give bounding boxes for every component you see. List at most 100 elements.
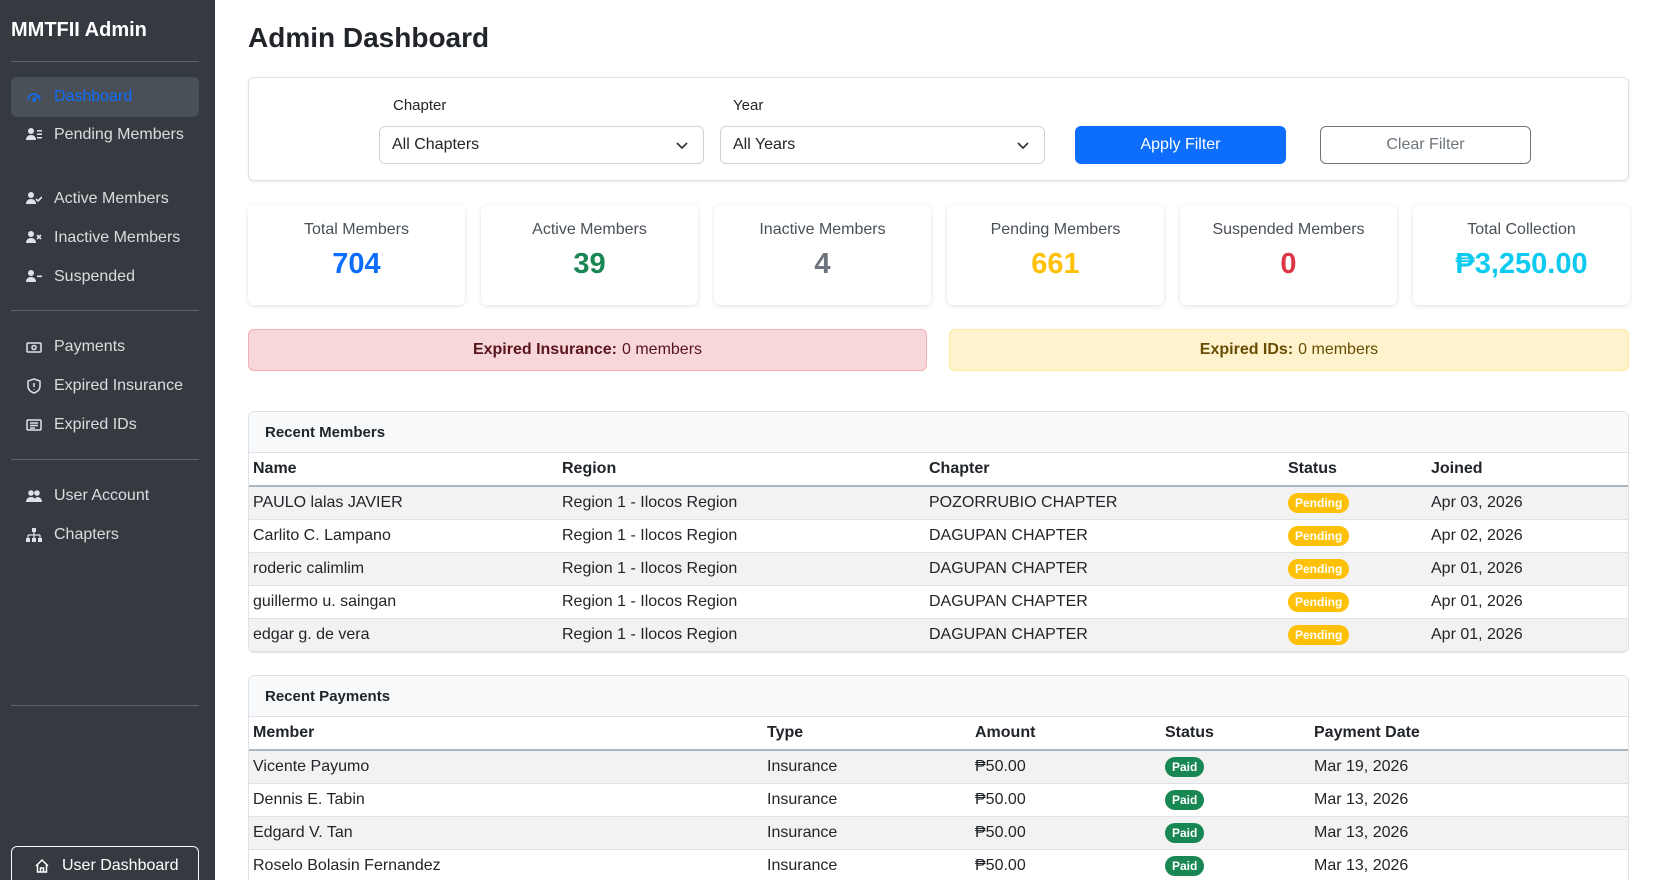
stat-card-pending-members: Pending Members 661 <box>947 205 1164 305</box>
sidebar-item-payments[interactable]: Payments <box>11 335 199 359</box>
user-minus-icon <box>26 265 44 289</box>
user-x-icon <box>26 226 44 250</box>
payment-member: Vicente Payumo <box>249 750 763 784</box>
stat-value: ₱3,250.00 <box>1455 248 1588 280</box>
user-dashboard-button[interactable]: User Dashboard <box>11 846 199 880</box>
payment-date: Mar 13, 2026 <box>1310 849 1628 880</box>
alert-value: 0 members <box>1298 341 1379 358</box>
sidebar-item-active-members[interactable]: Active Members <box>11 187 199 211</box>
alert-value: 0 members <box>622 341 703 358</box>
sidebar-item-expired-ids[interactable]: Expired IDs <box>11 413 199 437</box>
sidebar-item-suspended[interactable]: Suspended <box>11 265 199 289</box>
stat-card-active-members: Active Members 39 <box>481 205 698 305</box>
recent-members-card: Recent Members Name Region Chapter Statu… <box>248 411 1629 653</box>
table-row: Roselo Bolasin Fernandez Insurance ₱50.0… <box>249 849 1628 880</box>
sidebar-item-user-account[interactable]: User Account <box>11 484 199 508</box>
sidebar-item-label: Expired Insurance <box>54 377 183 394</box>
cash-icon <box>26 335 44 359</box>
member-joined: Apr 02, 2026 <box>1427 519 1628 553</box>
stat-card-total-members: Total Members 704 <box>248 205 465 305</box>
chevron-down-icon <box>676 142 688 150</box>
member-chapter: DAGUPAN CHAPTER <box>925 618 1284 652</box>
stat-value: 39 <box>573 248 606 280</box>
year-select[interactable]: All Years <box>720 126 1045 164</box>
sidebar-item-label: Expired IDs <box>54 416 137 433</box>
status-badge: Pending <box>1288 525 1350 546</box>
member-name: edgar g. de vera <box>249 618 558 652</box>
table-row: edgar g. de vera Region 1 - Ilocos Regio… <box>249 618 1628 652</box>
expired-insurance-alert: Expired Insurance: 0 members <box>248 329 927 371</box>
sidebar-item-label: User Account <box>54 487 150 504</box>
payment-amount: ₱50.00 <box>971 750 1161 784</box>
member-status: Pending <box>1284 618 1427 652</box>
sidebar-item-label: Dashboard <box>54 88 133 105</box>
member-region: Region 1 - Ilocos Region <box>558 486 925 520</box>
apply-filter-button[interactable]: Apply Filter <box>1075 126 1286 164</box>
payment-date: Mar 19, 2026 <box>1310 750 1628 784</box>
sidebar-item-label: Chapters <box>54 526 119 543</box>
expired-ids-alert: Expired IDs: 0 members <box>949 329 1629 371</box>
column-header: Status <box>1161 717 1310 751</box>
chevron-down-icon <box>1017 142 1029 150</box>
payment-type: Insurance <box>763 783 971 817</box>
sidebar-item-inactive-members[interactable]: Inactive Members <box>11 226 199 250</box>
member-joined: Apr 01, 2026 <box>1427 618 1628 652</box>
member-name: roderic calimlim <box>249 552 558 586</box>
sidebar-item-label: Pending Members <box>54 126 184 143</box>
sidebar-item-label: Inactive Members <box>54 229 181 246</box>
status-badge: Paid <box>1165 789 1205 810</box>
alert-label: Expired IDs: <box>1199 341 1294 358</box>
year-select-value: All Years <box>733 136 796 153</box>
payment-amount: ₱50.00 <box>971 816 1161 850</box>
year-label: Year <box>733 97 764 114</box>
payment-status: Paid <box>1161 816 1310 850</box>
stat-label: Inactive Members <box>759 221 886 238</box>
column-header: Type <box>763 717 971 751</box>
sidebar-item-dashboard[interactable]: Dashboard <box>11 77 199 117</box>
table-row: roderic calimlim Region 1 - Ilocos Regio… <box>249 552 1628 586</box>
sidebar-divider <box>11 61 199 62</box>
sidebar-item-chapters[interactable]: Chapters <box>11 523 199 547</box>
clear-filter-button[interactable]: Clear Filter <box>1320 126 1531 164</box>
member-region: Region 1 - Ilocos Region <box>558 618 925 652</box>
member-chapter: DAGUPAN CHAPTER <box>925 519 1284 553</box>
payment-status: Paid <box>1161 849 1310 880</box>
payment-date: Mar 13, 2026 <box>1310 783 1628 817</box>
table-row: Vicente Payumo Insurance ₱50.00 Paid Mar… <box>249 750 1628 784</box>
sidebar-item-label: Active Members <box>54 190 169 207</box>
payment-type: Insurance <box>763 849 971 880</box>
sidebar-item-expired-insurance[interactable]: Expired Insurance <box>11 374 199 398</box>
stat-label: Suspended Members <box>1212 221 1365 238</box>
member-name: PAULO lalas JAVIER <box>249 486 558 520</box>
table-row: guillermo u. saingan Region 1 - Ilocos R… <box>249 585 1628 619</box>
recent-members-table: Name Region Chapter Status Joined PAULO … <box>249 453 1628 652</box>
status-badge: Pending <box>1288 624 1350 645</box>
member-status: Pending <box>1284 552 1427 586</box>
table-row: PAULO lalas JAVIER Region 1 - Ilocos Reg… <box>249 486 1628 520</box>
stat-card-suspended-members: Suspended Members 0 <box>1180 205 1397 305</box>
payment-status: Paid <box>1161 750 1310 784</box>
table-row: Dennis E. Tabin Insurance ₱50.00 Paid Ma… <box>249 783 1628 817</box>
sidebar-item-pending-members[interactable]: Pending Members <box>11 123 199 147</box>
member-region: Region 1 - Ilocos Region <box>558 519 925 553</box>
member-chapter: DAGUPAN CHAPTER <box>925 585 1284 619</box>
member-name: guillermo u. saingan <box>249 585 558 619</box>
sidebar-item-label: Payments <box>54 338 126 355</box>
chapter-select-value: All Chapters <box>392 136 480 153</box>
brand-title: MMTFII Admin <box>11 19 147 41</box>
member-name: Carlito C. Lampano <box>249 519 558 553</box>
stat-label: Total Members <box>304 221 409 238</box>
chapter-label: Chapter <box>393 97 447 114</box>
stat-card-inactive-members: Inactive Members 4 <box>714 205 931 305</box>
chapter-select[interactable]: All Chapters <box>379 126 704 164</box>
stat-label: Pending Members <box>990 221 1121 238</box>
payment-member: Roselo Bolasin Fernandez <box>249 849 763 880</box>
id-card-icon <box>26 413 44 437</box>
user-list-icon <box>26 123 44 147</box>
stat-value: 661 <box>1031 248 1080 280</box>
sidebar-divider <box>11 705 199 706</box>
column-header: Amount <box>971 717 1161 751</box>
status-badge: Paid <box>1165 756 1205 777</box>
member-joined: Apr 01, 2026 <box>1427 585 1628 619</box>
sidebar-item-label: Suspended <box>54 268 135 285</box>
